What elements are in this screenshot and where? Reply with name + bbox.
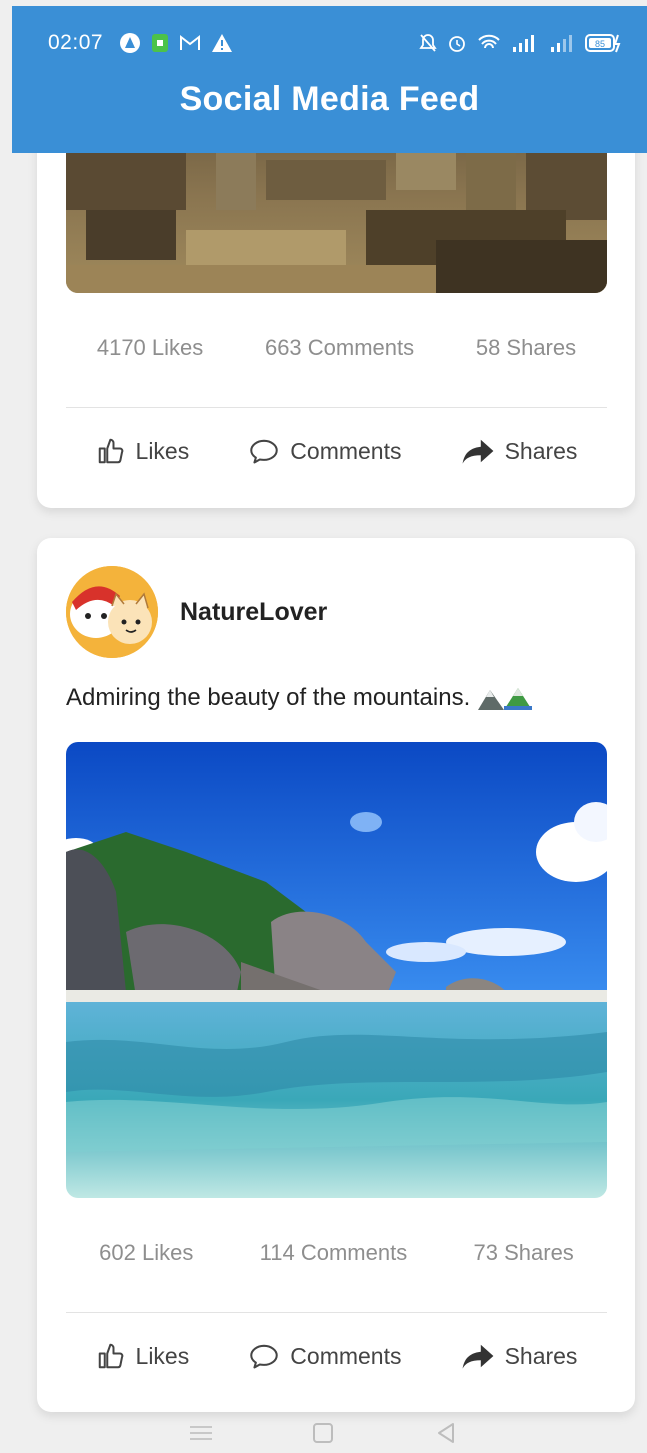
warning-icon — [211, 33, 233, 53]
signal-icon — [511, 33, 539, 53]
thumbs-up-icon — [98, 1343, 123, 1369]
post-actions: Likes Comments Shares — [66, 1341, 607, 1371]
status-bar-left: 02:07 — [48, 31, 233, 55]
share-label: Shares — [504, 437, 578, 464]
comments-count: 114 Comments — [259, 1240, 408, 1265]
divider — [66, 407, 607, 408]
shares-count: 58 Shares — [475, 335, 577, 360]
avatar[interactable] — [66, 566, 158, 658]
author-name[interactable]: NatureLover — [180, 598, 327, 627]
share-label: Shares — [504, 1342, 578, 1369]
home-icon — [313, 1422, 334, 1443]
store-icon — [151, 32, 169, 54]
beach-photo — [66, 742, 607, 1198]
post-image-beach[interactable] — [66, 742, 607, 1198]
comment-label: Comments — [290, 437, 402, 464]
like-button[interactable]: Likes — [96, 1341, 190, 1371]
like-label: Likes — [135, 437, 190, 464]
post-card: 4170 Likes 663 Comments 58 Shares Likes … — [37, 100, 635, 508]
comments-count: 663 Comments — [264, 335, 415, 360]
post-stats: 602 Likes 114 Comments 73 Shares — [66, 1240, 607, 1266]
cartoon-avatar-icon — [66, 566, 158, 658]
status-bar: 02:07 85 — [48, 26, 625, 60]
comment-icon — [250, 439, 279, 464]
comment-label: Comments — [290, 1342, 402, 1369]
comment-button[interactable]: Comments — [248, 1341, 402, 1371]
mountain-emoji-icon — [478, 688, 533, 710]
wifi-icon — [477, 33, 501, 53]
back-button[interactable] — [431, 1420, 461, 1446]
battery-level: 85 — [595, 39, 605, 49]
mute-icon — [419, 33, 437, 53]
like-label: Likes — [135, 1342, 190, 1369]
home-button[interactable] — [308, 1420, 338, 1446]
app-notification-icon — [119, 32, 141, 54]
like-button[interactable]: Likes — [96, 436, 190, 466]
back-icon — [437, 1422, 454, 1443]
shares-count: 73 Shares — [473, 1240, 574, 1265]
post-text: Admiring the beauty of the mountains. — [66, 684, 534, 712]
share-arrow-icon — [462, 1344, 493, 1369]
screen: 4170 Likes 663 Comments 58 Shares Likes … — [0, 0, 647, 1453]
app-header: 02:07 85 Social Media Feed — [12, 6, 647, 153]
share-button[interactable]: Shares — [461, 1341, 578, 1371]
menu-button[interactable] — [186, 1420, 216, 1446]
post-stats: 4170 Likes 663 Comments 58 Shares — [66, 335, 607, 361]
likes-count: 602 Likes — [99, 1240, 194, 1265]
share-button[interactable]: Shares — [461, 436, 578, 466]
page-title: Social Media Feed — [179, 80, 480, 118]
thumbs-up-icon — [98, 438, 123, 464]
mail-icon — [179, 34, 201, 52]
post-card: NatureLover Admiring the beauty of the m… — [37, 538, 635, 1412]
system-nav-bar — [0, 1412, 647, 1453]
share-arrow-icon — [462, 439, 493, 464]
clock: 02:07 — [48, 31, 104, 54]
post-actions: Likes Comments Shares — [66, 436, 607, 466]
post-text-content: Admiring the beauty of the mountains. — [66, 684, 471, 711]
comment-icon — [250, 1344, 279, 1369]
likes-count: 4170 Likes — [96, 335, 204, 360]
signal-icon — [549, 33, 575, 53]
divider — [66, 1312, 607, 1313]
menu-icon — [190, 1425, 213, 1440]
alarm-icon — [447, 33, 467, 53]
status-bar-right: 85 — [419, 32, 625, 54]
battery-icon: 85 — [585, 32, 625, 54]
comment-button[interactable]: Comments — [248, 436, 402, 466]
